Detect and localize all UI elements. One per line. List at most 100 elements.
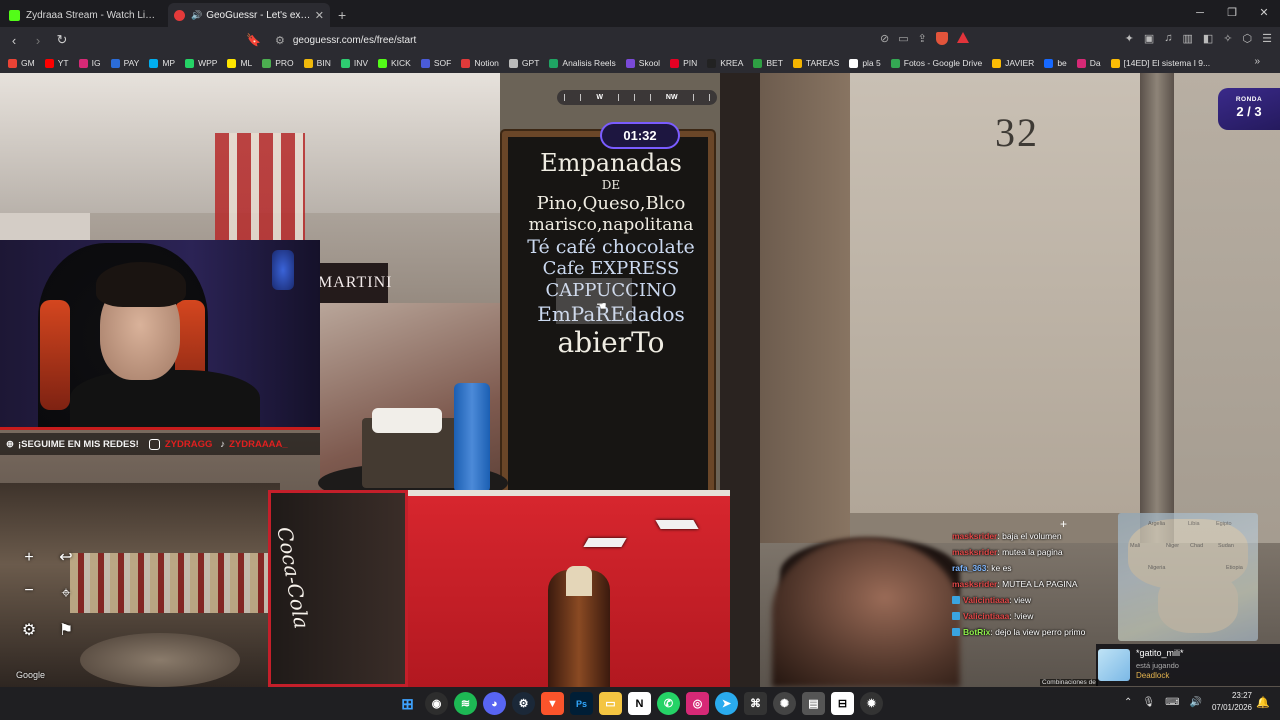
whatsapp-icon[interactable]: ✆ xyxy=(657,692,680,715)
discord-icon[interactable]: ◕ xyxy=(483,692,506,715)
bookmark-item[interactable]: JAVIER xyxy=(992,58,1034,68)
close-tab-icon[interactable]: ✕ xyxy=(315,9,324,22)
telegram-icon[interactable]: ➤ xyxy=(715,692,738,715)
system-tray: ⌃ 🎙 ⌨ 🔊 23:27 07/01/2026 xyxy=(1124,690,1252,714)
brave-rewards-icon[interactable] xyxy=(956,32,969,43)
tab-geoguessr[interactable]: 🔊 GeoGuessr - Let's explore the ✕ xyxy=(168,3,330,27)
bookmark-icon[interactable]: 🔖 xyxy=(246,33,261,47)
undo-move-icon[interactable]: ↩ xyxy=(53,545,79,571)
instagram-app-icon[interactable]: ◎ xyxy=(686,692,709,715)
share-icon[interactable]: ⇪ xyxy=(918,32,927,45)
bookmark-item[interactable]: IG xyxy=(78,58,101,68)
bookmark-item[interactable]: ML xyxy=(227,58,252,68)
bookmark-item[interactable]: MP xyxy=(149,58,175,68)
translate-icon[interactable]: ⊘ xyxy=(880,32,889,45)
bookmark-item[interactable]: PRO xyxy=(262,58,294,68)
notifications-icon[interactable]: 🔔 xyxy=(1256,696,1270,709)
bookmark-item[interactable]: KICK xyxy=(378,58,411,68)
tab-kick-stream[interactable]: Zydraaa Stream - Watch Live on Kick xyxy=(3,3,165,27)
zoom-out-icon[interactable]: − xyxy=(16,578,42,604)
close-window-icon[interactable]: ✕ xyxy=(1248,0,1280,27)
tray-expand-icon[interactable]: ⌃ xyxy=(1124,697,1132,708)
bookmark-item[interactable]: PIN xyxy=(670,58,697,68)
file-explorer-icon[interactable]: ▭ xyxy=(599,692,622,715)
vpn-icon[interactable]: ⬡ xyxy=(1243,32,1253,45)
obs-icon[interactable]: ◉ xyxy=(425,692,448,715)
network-icon[interactable]: ⌨ xyxy=(1165,697,1179,708)
app-icon[interactable]: ✺ xyxy=(773,692,796,715)
bookmark-item[interactable]: TAREAS xyxy=(792,58,839,68)
brave-icon[interactable]: ▼ xyxy=(541,692,564,715)
bookmark-item[interactable]: Notion xyxy=(461,58,499,68)
bookmark-item[interactable]: Skool xyxy=(625,58,660,68)
sidebar-icon[interactable]: ▥ xyxy=(1182,32,1192,45)
capture-icon[interactable]: ⊟ xyxy=(831,692,854,715)
steam-icon[interactable]: ⚙ xyxy=(512,692,535,715)
new-tab-button[interactable]: + xyxy=(338,3,346,27)
volume-icon[interactable]: 🔊 xyxy=(1190,697,1202,708)
chat-username[interactable]: BotRix xyxy=(963,627,990,637)
chat-username[interactable]: masksrider xyxy=(952,579,997,589)
chat-username[interactable]: masksrider xyxy=(952,547,997,557)
bookmark-item[interactable]: SOF xyxy=(420,58,451,68)
reload-icon[interactable]: ↻ xyxy=(52,32,72,48)
chat-username[interactable]: Valicintiaaa xyxy=(963,611,1009,621)
forward-icon[interactable]: › xyxy=(28,33,48,48)
chat-username[interactable]: rafa_363 xyxy=(952,563,987,573)
compass-tick xyxy=(580,94,582,101)
mic-icon[interactable]: 🎙 xyxy=(1142,697,1155,708)
more-bookmarks-icon[interactable]: » xyxy=(1254,56,1260,67)
bookmark-item[interactable]: Fotos - Google Drive xyxy=(890,58,982,68)
menu-icon[interactable]: ☰ xyxy=(1262,32,1272,45)
bookmark-item[interactable]: Da xyxy=(1076,58,1101,68)
bookmark-item[interactable]: be xyxy=(1044,58,1067,68)
speaker-icon[interactable]: 🔊 xyxy=(191,10,202,21)
extensions-icon[interactable]: ✦ xyxy=(1125,32,1134,45)
minimize-icon[interactable]: ─ xyxy=(1184,0,1216,27)
system-clock[interactable]: 23:27 07/01/2026 xyxy=(1212,690,1252,714)
chat-username[interactable]: masksrider xyxy=(952,531,997,541)
bookmark-item[interactable]: BET xyxy=(753,58,783,68)
image-app-icon[interactable]: ▤ xyxy=(802,692,825,715)
return-to-start-icon[interactable]: ⌖ xyxy=(53,581,79,607)
bookmark-item[interactable]: BIN xyxy=(303,58,331,68)
zoom-in-icon[interactable]: + xyxy=(16,545,42,571)
notion-icon[interactable]: N xyxy=(628,692,651,715)
bookmark-item[interactable]: KREA xyxy=(707,58,743,68)
capcut-icon[interactable]: ⌘ xyxy=(744,692,767,715)
site-info-icon[interactable]: ⚙ xyxy=(275,34,285,47)
chat-username[interactable]: Valicintiaaa xyxy=(963,595,1009,605)
bookmark-item[interactable]: Analisis Reels xyxy=(549,58,616,68)
checkpoint-flag-icon[interactable]: ⚑ xyxy=(53,618,79,644)
move-arrow-right[interactable] xyxy=(655,520,699,529)
settings-app-icon[interactable]: ✹ xyxy=(860,692,883,715)
board-line: Empanadas xyxy=(540,149,682,177)
bookmark-item[interactable]: INV xyxy=(340,58,368,68)
brave-shield-icon[interactable] xyxy=(935,32,948,45)
photoshop-icon[interactable]: Ps xyxy=(570,692,593,715)
compass[interactable]: W NW xyxy=(557,90,717,105)
bookmark-favicon-icon xyxy=(78,58,88,68)
bookmark-item[interactable]: GPT xyxy=(508,58,539,68)
move-arrow-left[interactable] xyxy=(583,538,627,547)
windows-start-icon[interactable]: ⊞ xyxy=(396,692,419,715)
bookmark-item[interactable]: [14ED] El sistema I 9... xyxy=(1110,58,1210,68)
bookmark-label: pla 5 xyxy=(862,58,881,68)
screen-icon[interactable]: ▭ xyxy=(898,32,908,45)
bookmark-item[interactable]: pla 5 xyxy=(849,58,881,68)
bookmark-item[interactable]: WPP xyxy=(185,58,217,68)
bookmark-item[interactable]: YT xyxy=(44,58,69,68)
ai-icon[interactable]: ✧ xyxy=(1223,32,1232,45)
bookmark-item[interactable]: GM xyxy=(8,58,35,68)
music-icon[interactable]: ♫ xyxy=(1164,32,1172,45)
maximize-icon[interactable]: ❐ xyxy=(1216,0,1248,27)
wallet-icon[interactable]: ▣ xyxy=(1144,32,1154,45)
back-icon[interactable]: ‹ xyxy=(4,33,24,48)
wallet2-icon[interactable]: ◧ xyxy=(1203,32,1213,45)
bookmark-item[interactable]: PAY xyxy=(110,58,139,68)
streamer-webcam xyxy=(0,240,320,430)
social-text: ¡SEGUIME EN MIS REDES! xyxy=(17,438,139,450)
chat-text: : view xyxy=(1009,595,1032,605)
spotify-icon[interactable]: ≋ xyxy=(454,692,477,715)
settings-gear-icon[interactable]: ⚙ xyxy=(16,618,42,644)
